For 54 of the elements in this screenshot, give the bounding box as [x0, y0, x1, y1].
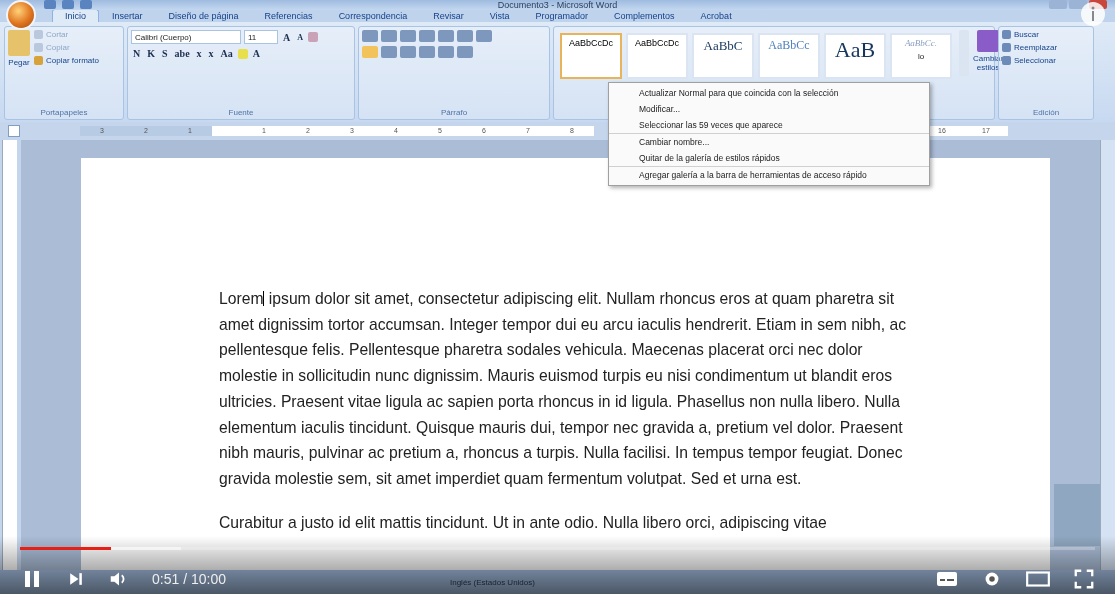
- menu-item[interactable]: Actualizar Normal para que coincida con la selección: [609, 85, 929, 101]
- font-size-field[interactable]: 11: [244, 30, 278, 44]
- document-paragraph: Lorem ipsum dolor sit amet, consectetur adipiscing elit. Nullam rhoncus eros at quam pharetra sit amet dignissim tortor accumsan. Integer tempor dui eu arcu iaculis hendrerit. Etiam in sem nibh, ac pellentesque felis. Pellentesque pharetra sodales vehicula. Maecenas placerat orci nec dolor molestie in sollicitudin nunc dignissim. Mauris euismod turpis eu nisi condimentum ut blandit eros ultricies. Praesent vitae ligula ac sapien porta rhoncus in id ligula. Phasellus non nulla libero. Nulla elementum iaculis tincidunt. Quisque mauris dui, tempor nec gravida a, pretium vel dolor. Praesent nibh mauris, pulvinar ac pretium a, rhoncus a turpis. Nulla facilisi. In tempus tempor feugiat. Donec gravida molestie sem, sit amet imperdiet quam fermentum volutpat. Sed et urna est.: [219, 289, 908, 489]
- format-button[interactable]: N: [131, 48, 143, 59]
- format-button[interactable]: K: [145, 48, 157, 59]
- menu-item[interactable]: Agregar galería a la barra de herramientas de acceso rápido: [609, 167, 929, 183]
- editing-button[interactable]: Buscar: [1002, 30, 1058, 39]
- menu-item[interactable]: Cambiar nombre...: [609, 134, 929, 150]
- office-button[interactable]: [6, 0, 36, 30]
- paste-button[interactable]: Pegar: [8, 30, 30, 104]
- ribbon-tab[interactable]: Programador: [522, 9, 602, 22]
- info-icon[interactable]: [1081, 2, 1105, 26]
- style-sample[interactable]: AaBbCcDc: [626, 33, 688, 79]
- group-label: Portapapeles: [39, 107, 89, 119]
- menu-item[interactable]: Quitar de la galería de estilos rápidos: [609, 150, 929, 167]
- ribbon-tab[interactable]: Complementos: [601, 9, 688, 22]
- group-label: Edición: [1031, 107, 1061, 119]
- editing-button[interactable]: Seleccionar: [1002, 56, 1058, 65]
- minimize-button[interactable]: [1049, 0, 1067, 9]
- style-sample[interactable]: AaBbCcDc: [560, 33, 622, 79]
- format-button[interactable]: Aa: [218, 48, 235, 59]
- grow-font-button[interactable]: A: [281, 31, 293, 43]
- clipboard-button[interactable]: Copiar formato: [34, 56, 99, 65]
- format-button[interactable]: x: [194, 48, 204, 59]
- ribbon-tab[interactable]: Referencias: [251, 9, 326, 22]
- time-display: 0:51 / 10:00: [152, 571, 226, 587]
- style-sample[interactable]: AaBbCc. lo: [890, 33, 952, 79]
- font-color-button[interactable]: A: [250, 48, 263, 59]
- window-title: Documento3 - Microsoft Word: [497, 0, 618, 10]
- fullscreen-button[interactable]: [1073, 568, 1095, 590]
- maximize-button[interactable]: [1069, 0, 1087, 9]
- ribbon-tab[interactable]: Diseño de página: [155, 9, 252, 22]
- group-label: Párrafo: [439, 107, 469, 119]
- font-name-field[interactable]: Calibri (Cuerpo): [131, 30, 241, 44]
- ribbon-tab[interactable]: Insertar: [99, 9, 156, 22]
- ribbon-tab[interactable]: Acrobat: [687, 9, 745, 22]
- menu-item[interactable]: Seleccionar las 59 veces que aparece: [609, 117, 929, 134]
- document-paragraph: Curabitur a justo id elit mattis tincidunt. Ut in ante odio. Nulla libero orci, adipiscing vitae: [219, 513, 828, 532]
- format-button[interactable]: x: [206, 48, 216, 59]
- format-button[interactable]: S: [160, 48, 170, 59]
- group-label: Fuente: [227, 107, 255, 119]
- format-button[interactable]: abe: [172, 48, 192, 59]
- style-sample[interactable]: AaBbC: [692, 33, 754, 79]
- webcam-photo-placeholder: [1054, 484, 1100, 546]
- style-sample[interactable]: AaBbCc: [758, 33, 820, 79]
- shrink-font-button[interactable]: A: [295, 32, 305, 42]
- scrollbar[interactable]: [1100, 140, 1115, 570]
- ribbon-tab[interactable]: Vista: [476, 9, 523, 22]
- ribbon-tab[interactable]: Revisar: [420, 9, 477, 22]
- style-sample[interactable]: AaB: [824, 33, 886, 79]
- tab-selector-icon[interactable]: [8, 125, 20, 137]
- ribbon-tab[interactable]: Correspondencia: [325, 9, 421, 22]
- menu-item[interactable]: Modificar...: [609, 101, 929, 117]
- editing-button[interactable]: Reemplazar: [1002, 43, 1058, 52]
